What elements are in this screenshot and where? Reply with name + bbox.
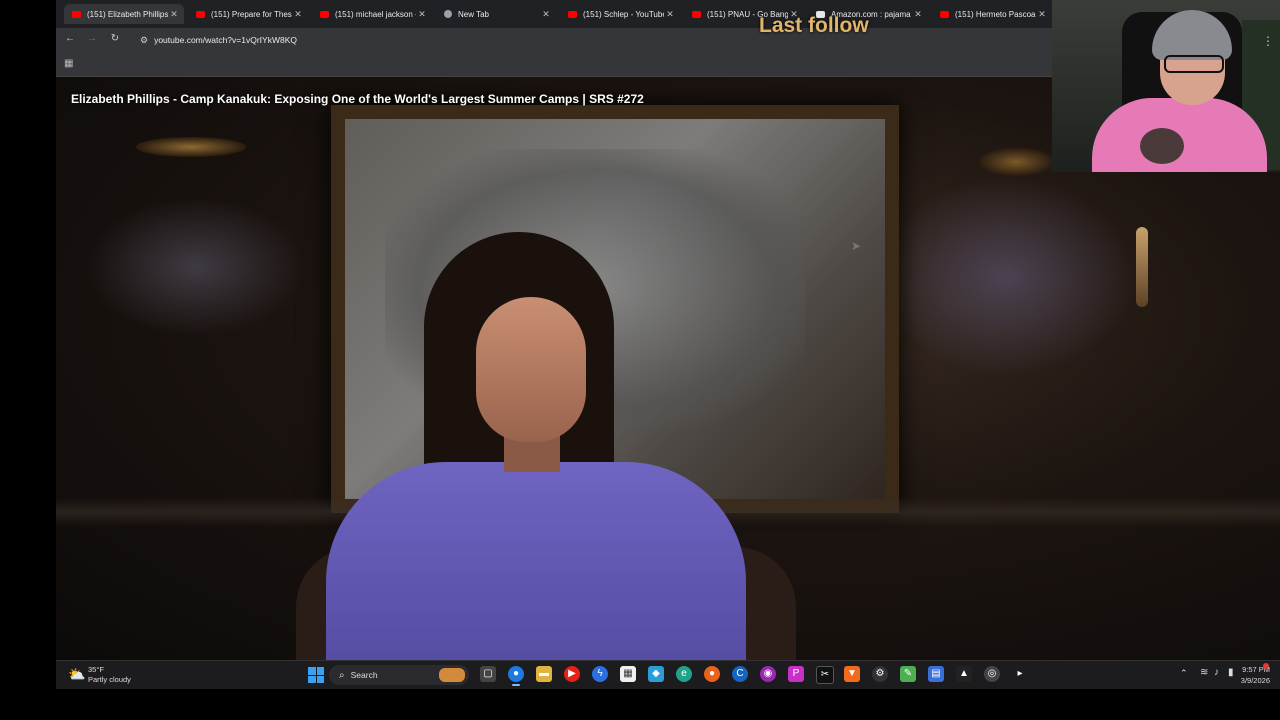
chrome-icon[interactable]: ● (508, 666, 524, 686)
tab-new-tab[interactable]: New Tab ✕ (436, 4, 556, 24)
clock-date[interactable]: 3/9/2026 (1238, 676, 1270, 685)
stream-overlay-text: Last follow (759, 14, 869, 37)
copilot-icon[interactable]: ◆ (648, 666, 664, 682)
weather-description[interactable]: Partly cloudy (88, 675, 131, 684)
file-explorer-icon[interactable]: ▬ (536, 666, 552, 682)
chrome-icon (444, 10, 452, 18)
close-icon[interactable]: ✕ (1036, 9, 1048, 20)
tab-prepare-for-these[interactable]: (151) Prepare for These ✕ (188, 4, 308, 24)
lamp-shade (976, 147, 1056, 177)
media-player-icon[interactable]: ▸ (1012, 666, 1028, 682)
search-icon: ⌕ (339, 669, 345, 681)
notepad-icon[interactable]: ▤ (928, 666, 944, 682)
notification-badge (1263, 663, 1269, 669)
search-highlight-icon (439, 668, 465, 682)
youtube-icon (568, 10, 577, 18)
youtube-icon (692, 10, 701, 18)
ccleaner-icon[interactable]: C (732, 666, 748, 682)
tab-title: (151) Hermeto Pascoal (955, 9, 1036, 19)
close-icon[interactable]: ✕ (540, 9, 552, 20)
taskbar: ⛅ 35°F Partly cloudy ⌕ Search ▢ ● ▬ ▶ ϟ … (56, 660, 1280, 689)
search-label: Search (350, 670, 378, 680)
back-icon[interactable]: ← (63, 33, 77, 44)
mouse-cursor-icon: ➤ (851, 239, 862, 253)
url-text: youtube.com/watch?v=1vQrIYkW8KQ (154, 35, 297, 45)
youtube-icon[interactable]: ▶ (564, 666, 580, 682)
youtube-icon (196, 10, 205, 18)
settings-icon[interactable]: ⚙ (872, 666, 888, 682)
webcam-glasses (1164, 55, 1224, 73)
close-icon[interactable]: ✕ (664, 9, 676, 20)
lamp-shade (136, 137, 246, 157)
youtube-icon (320, 10, 329, 18)
obs-icon[interactable]: ◉ (760, 666, 776, 682)
site-info-icon[interactable]: ⚙ (140, 35, 148, 46)
taskbar-search[interactable]: ⌕ Search (329, 665, 469, 685)
close-icon[interactable]: ✕ (168, 9, 180, 20)
brave-icon[interactable]: ▼ (844, 666, 860, 682)
wifi-icon[interactable]: ≋ (1200, 667, 1208, 678)
reload-icon[interactable]: ↻ (108, 33, 122, 44)
wall-sconce (1136, 227, 1148, 307)
tab-title: (151) michael jackson - (335, 9, 416, 19)
person-body (326, 462, 746, 660)
tab-title: New Tab (458, 9, 489, 19)
webcam-overlay (1052, 0, 1280, 172)
video-scene-backdrop (86, 197, 306, 337)
app-icon[interactable]: ✎ (900, 666, 916, 682)
tab-hermeto-pascoal[interactable]: (151) Hermeto Pascoal ✕ (932, 4, 1052, 24)
youtube-icon (72, 10, 81, 18)
browser-menu-icon[interactable]: ⋮ (1262, 34, 1274, 48)
painting-frame (331, 105, 899, 513)
firefox-icon[interactable]: ● (704, 666, 720, 682)
person-face (476, 297, 586, 442)
tab-title: (151) Schlep - YouTube (583, 9, 664, 19)
tab-elizabeth-phillips[interactable]: (151) Elizabeth Phillips ✕ (64, 4, 184, 24)
messenger-icon[interactable]: ϟ (592, 666, 608, 682)
youtube-icon (940, 10, 949, 18)
capcut-icon[interactable]: ✂ (816, 666, 834, 684)
tab-title: (151) Elizabeth Phillips (87, 9, 168, 19)
tab-strip: (151) Elizabeth Phillips ✕ (151) Prepare… (56, 0, 1056, 28)
close-icon[interactable]: ✕ (292, 9, 304, 20)
weather-icon[interactable]: ⛅ (68, 666, 85, 683)
volume-icon[interactable]: ♪ (1214, 667, 1219, 678)
tab-michael-jackson[interactable]: (151) michael jackson - ✕ (312, 4, 432, 24)
windows-start-icon[interactable] (308, 667, 324, 683)
forward-icon[interactable]: → (85, 33, 99, 44)
video-title: Elizabeth Phillips - Camp Kanakuk: Expos… (71, 92, 644, 106)
bookmarks-bar: ▦ (56, 52, 1056, 77)
address-bar[interactable]: ⚙ youtube.com/watch?v=1vQrIYkW8KQ (134, 31, 734, 49)
browser-toolbar: ← → ↻ ⚙ youtube.com/watch?v=1vQrIYkW8KQ (56, 28, 1056, 52)
screen: (151) Elizabeth Phillips ✕ (151) Prepare… (0, 0, 1280, 720)
tab-title: (151) Prepare for These (211, 9, 292, 19)
store-icon[interactable]: ▦ (620, 666, 636, 682)
webcam-shirt-graphic (1140, 128, 1184, 164)
tab-schlep[interactable]: (151) Schlep - YouTube ✕ (560, 4, 680, 24)
camera-icon[interactable]: ◎ (984, 666, 1000, 682)
picsart-icon[interactable]: P (788, 666, 804, 682)
task-view-icon[interactable]: ▢ (480, 666, 496, 682)
close-icon[interactable]: ✕ (416, 9, 428, 20)
apps-grid-icon[interactable]: ▦ (64, 58, 73, 69)
battery-icon[interactable]: ▮ (1228, 667, 1234, 678)
edge-icon[interactable]: e (676, 666, 692, 682)
close-icon[interactable]: ✕ (912, 9, 924, 20)
video-scene-backdrop (876, 177, 1136, 377)
inkscape-icon[interactable]: ▲ (956, 666, 972, 682)
weather-temperature[interactable]: 35°F (88, 665, 104, 674)
tray-overflow-icon[interactable]: ⌃ (1180, 668, 1188, 679)
